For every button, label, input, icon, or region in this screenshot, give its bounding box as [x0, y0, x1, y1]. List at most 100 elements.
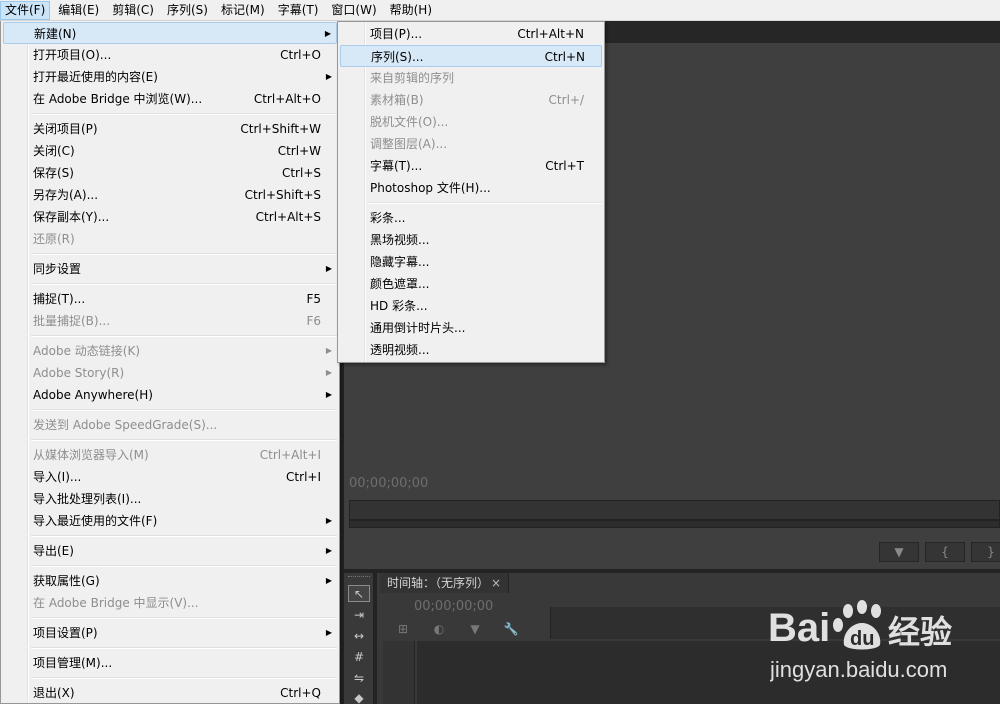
mark-in-button[interactable]: { [925, 542, 965, 562]
menu-item-shortcut: Ctrl+Alt+I [259, 448, 321, 462]
file-menu-item-save-copy[interactable]: 保存副本(Y)... Ctrl+Alt+S [1, 206, 339, 228]
file-menu-item-open-project[interactable]: 打开项目(O)... Ctrl+O [1, 44, 339, 66]
menu-item-label: 颜色遮罩... [370, 277, 430, 291]
file-menu-item-adobe-story[interactable]: Adobe Story(R) ▶ [1, 362, 339, 384]
file-menu: 新建(N) ▶ 打开项目(O)... Ctrl+O 打开最近使用的内容(E) ▶ 在 … [0, 21, 340, 704]
baidu-logo: Bai du 经验 [768, 600, 952, 651]
linked-selection-icon[interactable]: ◐ [429, 620, 449, 638]
new-menu-item-sequence-from-clip[interactable]: 来自剪辑的序列 [338, 67, 604, 89]
menu-item-label: 隐藏字幕... [370, 255, 430, 269]
file-menu-item-open-recent[interactable]: 打开最近使用的内容(E) ▶ [1, 66, 339, 88]
file-menu-item-sync-settings[interactable]: 同步设置 ▶ [1, 258, 339, 280]
new-menu-item-transparent-video[interactable]: 透明视频... [338, 339, 604, 361]
menu-item-label: 获取属性(G) [33, 574, 100, 588]
menu-item-label: 导入最近使用的文件(F) [33, 514, 158, 528]
new-menu-item-sequence[interactable]: 序列(S)... Ctrl+N [340, 45, 602, 67]
menu-marker[interactable]: 标记(M) [216, 1, 270, 20]
file-menu-item-adobe-anywhere[interactable]: Adobe Anywhere(H) ▶ [1, 384, 339, 406]
menu-item-label: 从媒体浏览器导入(M) [33, 448, 149, 462]
menu-item-label: 新建(N) [34, 27, 77, 41]
menu-item-label: 导入批处理列表(I)... [33, 492, 142, 506]
menu-item-shortcut: Ctrl+Q [280, 686, 321, 700]
menu-clip[interactable]: 剪辑(C) [107, 1, 159, 20]
file-menu-item-import[interactable]: 导入(I)... Ctrl+I [1, 466, 339, 488]
menu-window[interactable]: 窗口(W) [326, 1, 381, 20]
file-menu-item-export[interactable]: 导出(E) ▶ [1, 540, 339, 562]
snap-icon[interactable]: ⊞ [393, 620, 413, 638]
new-menu-item-captions[interactable]: 隐藏字幕... [338, 251, 604, 273]
timeline-tab-label: 时间轴：（无序列） [387, 576, 490, 590]
file-menu-item-import-media-browser[interactable]: 从媒体浏览器导入(M) Ctrl+Alt+I [1, 444, 339, 466]
submenu-arrow-icon: ▶ [325, 346, 332, 355]
ripple-edit-tool-icon[interactable]: ↔ [348, 628, 370, 645]
menu-sequence[interactable]: 序列(S) [162, 1, 213, 20]
menu-item-label: 关闭项目(P) [33, 122, 98, 136]
file-menu-item-new[interactable]: 新建(N) ▶ [3, 22, 337, 44]
file-menu-item-dynamic-link[interactable]: Adobe 动态链接(K) ▶ [1, 340, 339, 362]
file-menu-item-save[interactable]: 保存(S) Ctrl+S [1, 162, 339, 184]
program-zoom-bar[interactable] [349, 520, 1000, 528]
file-menu-item-import-recent[interactable]: 导入最近使用的文件(F) ▶ [1, 510, 339, 532]
menu-separator [1, 332, 339, 340]
new-menu-item-title[interactable]: 字幕(T)... Ctrl+T [338, 155, 604, 177]
menu-item-label: 保存(S) [33, 166, 74, 180]
close-icon[interactable]: × [491, 576, 501, 590]
menu-item-label: 打开最近使用的内容(E) [33, 70, 158, 84]
menu-item-shortcut: Ctrl+Alt+N [517, 27, 584, 41]
tools-grip[interactable] [348, 576, 370, 579]
program-timecode[interactable]: 00;00;00;00 [349, 476, 428, 491]
menu-help[interactable]: 帮助(H) [385, 1, 437, 20]
baidu-jingyan-watermark: Bai du 经验 jingyan.baidu.com [764, 597, 1000, 704]
file-menu-item-import-batch-list[interactable]: 导入批处理列表(I)... [1, 488, 339, 510]
wrench-icon[interactable]: 🔧 [501, 620, 521, 638]
rate-stretch-tool-icon[interactable]: # [348, 649, 370, 666]
file-menu-item-project-settings[interactable]: 项目设置(P) ▶ [1, 622, 339, 644]
new-menu-item-countdown-leader[interactable]: 通用倒计时片头... [338, 317, 604, 339]
track-select-tool-icon[interactable]: ⇥ [348, 607, 370, 624]
selection-tool-icon[interactable]: ↖ [348, 585, 370, 602]
mark-out-button[interactable]: } [971, 542, 1000, 562]
file-menu-item-get-properties[interactable]: 获取属性(G) ▶ [1, 570, 339, 592]
tools-panel: ↖ ⇥ ↔ # ⇋ ◆ [344, 573, 374, 704]
submenu-arrow-icon: ▶ [325, 390, 332, 399]
file-menu-item-project-manager[interactable]: 项目管理(M)... [1, 652, 339, 674]
marker-icon[interactable]: ▼ [465, 620, 485, 638]
file-menu-item-close-project[interactable]: 关闭项目(P) Ctrl+Shift+W [1, 118, 339, 140]
file-menu-item-revert[interactable]: 还原(R) [1, 228, 339, 250]
slip-tool-icon[interactable]: ◆ [348, 690, 370, 704]
timeline-timecode[interactable]: 00;00;00;00 [414, 599, 493, 614]
new-menu-item-color-matte[interactable]: 颜色遮罩... [338, 273, 604, 295]
file-menu-item-save-as[interactable]: 另存为(A)... Ctrl+Shift+S [1, 184, 339, 206]
menu-item-shortcut: Ctrl+Shift+W [240, 122, 321, 136]
menu-item-label: 发送到 Adobe SpeedGrade(S)... [33, 418, 218, 432]
menu-title[interactable]: 字幕(T) [273, 1, 324, 20]
menu-edit[interactable]: 编辑(E) [53, 1, 104, 20]
submenu-arrow-icon: ▶ [325, 368, 332, 377]
add-marker-button[interactable]: ▼ [879, 542, 919, 562]
new-menu-item-adjustment-layer[interactable]: 调整图层(A)... [338, 133, 604, 155]
new-menu-item-bars-tone[interactable]: 彩条... [338, 207, 604, 229]
file-menu-item-send-speedgrade[interactable]: 发送到 Adobe SpeedGrade(S)... [1, 414, 339, 436]
menu-item-label: 彩条... [370, 211, 406, 225]
new-menu-item-hd-bars[interactable]: HD 彩条... [338, 295, 604, 317]
file-menu-item-batch-capture[interactable]: 批量捕捉(B)... F6 [1, 310, 339, 332]
menu-item-label: 项目管理(M)... [33, 656, 113, 670]
tab-timeline[interactable]: 时间轴：（无序列） × [380, 573, 510, 593]
file-menu-item-browse-bridge[interactable]: 在 Adobe Bridge 中浏览(W)... Ctrl+Alt+O [1, 88, 339, 110]
menu-separator [1, 280, 339, 288]
file-menu-item-capture[interactable]: 捕捉(T)... F5 [1, 288, 339, 310]
new-menu-item-offline-file[interactable]: 脱机文件(O)... [338, 111, 604, 133]
menu-file[interactable]: 文件(F) [0, 0, 51, 20]
file-menu-item-reveal-bridge[interactable]: 在 Adobe Bridge 中显示(V)... [1, 592, 339, 614]
new-menu-item-project[interactable]: 项目(P)... Ctrl+Alt+N [338, 23, 604, 45]
new-menu-item-photoshop-file[interactable]: Photoshop 文件(H)... [338, 177, 604, 199]
razor-tool-icon[interactable]: ⇋ [348, 670, 370, 687]
file-menu-item-close[interactable]: 关闭(C) Ctrl+W [1, 140, 339, 162]
program-scrubber[interactable] [349, 500, 1000, 520]
file-menu-item-exit[interactable]: 退出(X) Ctrl+Q [1, 682, 339, 704]
menu-item-label: HD 彩条... [370, 299, 428, 313]
menu-item-label: 导入(I)... [33, 470, 82, 484]
new-menu-item-black-video[interactable]: 黑场视频... [338, 229, 604, 251]
menu-item-label: Adobe 动态链接(K) [33, 344, 141, 358]
new-menu-item-bin[interactable]: 素材箱(B) Ctrl+/ [338, 89, 604, 111]
